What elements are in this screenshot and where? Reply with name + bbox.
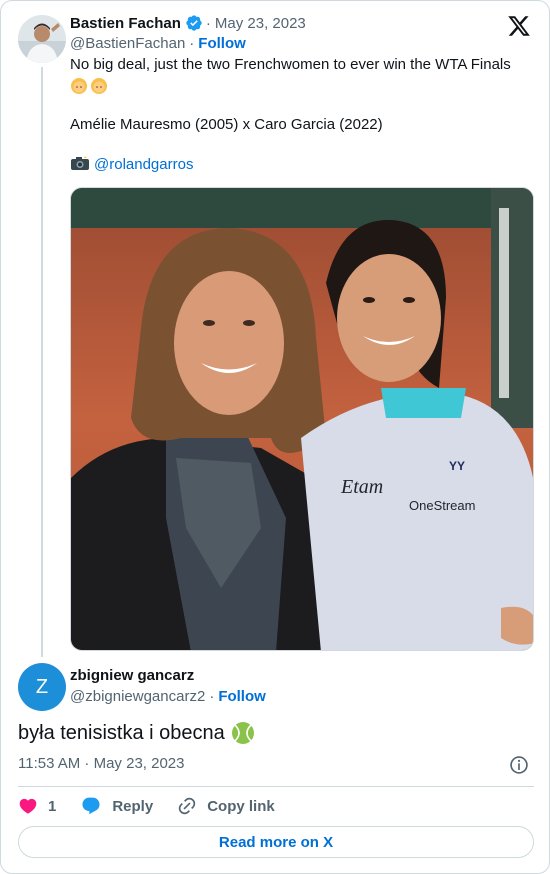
svg-text:Etam: Etam	[340, 476, 383, 498]
tweet-photo-image: Etam OneStream YY	[71, 188, 533, 650]
info-icon[interactable]	[509, 755, 529, 775]
separator-dot: ·	[209, 688, 215, 705]
tennis-ball-icon	[231, 722, 254, 744]
verified-badge-icon	[185, 14, 203, 32]
tweet-text: No big deal, just the two Frenchwomen to…	[70, 55, 530, 175]
tweet-photo[interactable]: Etam OneStream YY	[70, 187, 534, 651]
reply-text-content: była tenisistka i obecna	[18, 721, 225, 744]
heart-icon	[19, 798, 37, 814]
reply-timestamp[interactable]: 11:53 AM · May 23, 2023	[18, 755, 185, 772]
reply-handle-row: @zbigniewgancarz2 · Follow	[70, 688, 266, 705]
reply-avatar[interactable]: Z	[18, 663, 66, 711]
reply-button[interactable]: Reply	[80, 796, 153, 816]
tweet-header: Bastien Fachan · May 23, 2023	[70, 14, 306, 32]
tweet-handle-row: @BastienFachan · Follow	[70, 35, 246, 52]
link-icon	[179, 797, 196, 815]
separator-dot: ·	[205, 14, 211, 32]
avatar[interactable]	[18, 15, 66, 63]
reply-follow-button[interactable]: Follow	[218, 688, 266, 705]
mention-link[interactable]: @rolandgarros	[94, 156, 193, 173]
separator-dot: ·	[189, 35, 195, 52]
follow-button[interactable]: Follow	[198, 35, 246, 52]
blonde-woman-emoji-icon	[71, 78, 107, 94]
svg-text:YY: YY	[449, 459, 465, 473]
camera-flash-icon	[71, 156, 89, 170]
copy-link-label: Copy link	[207, 797, 275, 815]
reply-author-name[interactable]: zbigniew gancarz	[70, 667, 194, 684]
tweet-line-emoji	[70, 75, 530, 95]
tweet-line: No big deal, just the two Frenchwomen to…	[70, 56, 511, 73]
author-name[interactable]: Bastien Fachan	[70, 15, 181, 32]
reply-avatar-letter: Z	[35, 675, 49, 698]
embedded-tweet-card: Bastien Fachan · May 23, 2023 @BastienFa…	[0, 0, 550, 874]
divider	[18, 786, 534, 787]
like-button[interactable]: 1	[18, 796, 56, 816]
like-count: 1	[48, 797, 57, 815]
x-logo-icon[interactable]	[507, 14, 531, 38]
read-more-button[interactable]: Read more on X	[18, 826, 534, 858]
action-bar: 1 Reply Copy link	[18, 796, 299, 816]
copy-link-button[interactable]: Copy link	[177, 796, 275, 816]
reply-bubble-icon	[82, 797, 100, 815]
reply-label: Reply	[112, 797, 154, 815]
reply-header: zbigniew gancarz	[70, 667, 194, 684]
tweet-line: Amélie Mauresmo (2005) x Caro Garcia (20…	[70, 116, 383, 133]
tweet-credit-line: @rolandgarros	[70, 155, 530, 175]
svg-text:OneStream: OneStream	[409, 498, 475, 513]
tweet-date[interactable]: May 23, 2023	[215, 15, 306, 32]
author-handle[interactable]: @BastienFachan	[70, 35, 185, 52]
thread-connector-line	[41, 67, 43, 657]
avatar-photo	[18, 15, 66, 63]
reply-text: była tenisistka i obecna	[18, 721, 255, 745]
reply-author-handle[interactable]: @zbigniewgancarz2	[70, 688, 205, 705]
